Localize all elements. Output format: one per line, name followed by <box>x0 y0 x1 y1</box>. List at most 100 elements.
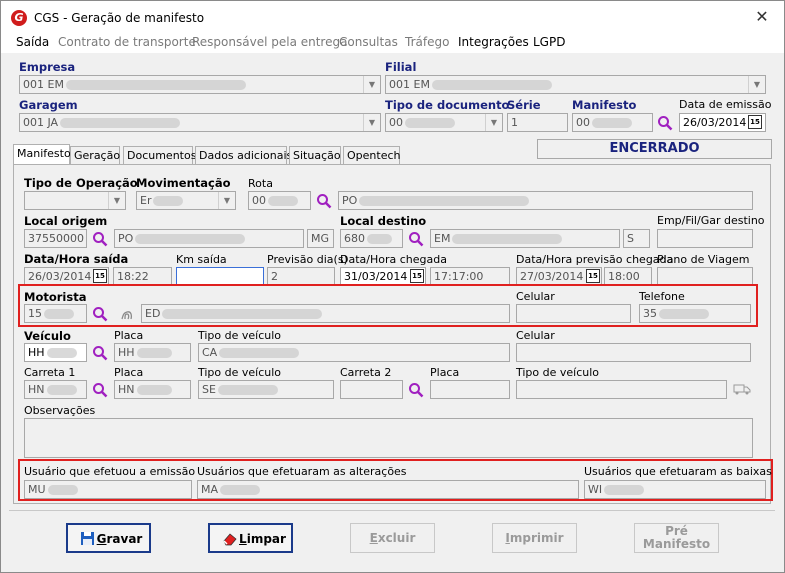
tipo-documento-select[interactable]: 00 ▼ <box>385 113 503 132</box>
search-veiculo-icon[interactable] <box>92 345 108 361</box>
tipo-documento-label: Tipo de documento <box>385 98 510 112</box>
tab-dados-adicionais[interactable]: Dados adicionais <box>195 146 292 164</box>
usuario-emissao-label: Usuário que efetuou a emissão <box>24 465 196 478</box>
chevron-down-icon[interactable]: ▼ <box>218 192 235 209</box>
garagem-select[interactable]: 001 JA ▼ <box>19 113 381 132</box>
motorista-label: Motorista <box>24 290 87 304</box>
veiculo-code-field[interactable]: HH <box>24 343 87 362</box>
local-origem-name-field: PO <box>114 229 304 248</box>
excluir-button[interactable]: Excluir <box>350 523 435 553</box>
tab-manifesto[interactable]: Manifesto <box>13 144 71 165</box>
pre-manifesto-button[interactable]: Pré Manifesto <box>634 523 719 553</box>
search-manifesto-icon[interactable] <box>657 115 673 131</box>
motorista-name-field: ED <box>141 304 510 323</box>
empresa-label: Empresa <box>19 60 76 74</box>
app-logo-icon: G <box>11 10 27 26</box>
previsao-dias-label: Previsão dia(s) <box>267 253 348 266</box>
chevron-down-icon[interactable]: ▼ <box>485 114 502 131</box>
local-origem-uf-field: MG <box>307 229 334 248</box>
placa3-label: Placa <box>430 366 460 379</box>
placa2-label: Placa <box>114 366 144 379</box>
search-motorista-icon[interactable] <box>92 306 108 322</box>
serie-field[interactable]: 1 <box>507 113 568 132</box>
tipo-veiculo-label: Tipo de veículo <box>198 329 282 342</box>
celular-label: Celular <box>516 290 555 303</box>
rota-description-field: PO <box>338 191 753 210</box>
carreta1-code-field[interactable]: HN <box>24 380 87 399</box>
km-saida-label: Km saída <box>176 253 227 266</box>
filial-select[interactable]: 001 EM ▼ <box>385 75 766 94</box>
search-local-origem-icon[interactable] <box>92 231 108 247</box>
menu-lgpd[interactable]: LGPD <box>533 35 565 49</box>
usuarios-alteracoes-field: MA <box>197 480 579 499</box>
menu-consultas[interactable]: Consultas <box>339 35 398 49</box>
local-destino-code-field[interactable]: 680 <box>340 229 403 248</box>
tab-opentech[interactable]: Opentech <box>343 146 400 164</box>
tipo-veiculo2-field: SE <box>198 380 334 399</box>
status-badge: ENCERRADO <box>537 139 772 159</box>
tipo-veiculo-field: CA <box>198 343 510 362</box>
filial-label: Filial <box>385 60 417 74</box>
telefone-label: Telefone <box>639 290 685 303</box>
menu-trafego[interactable]: Tráfego <box>405 35 449 49</box>
tipo-operacao-select[interactable]: ▼ <box>24 191 126 210</box>
imprimir-button[interactable]: Imprimir <box>492 523 577 553</box>
veiculo-label: Veículo <box>24 329 71 343</box>
celular-field <box>516 304 631 323</box>
application-window: G CGS - Geração de manifesto ✕ Saída Con… <box>0 0 785 573</box>
search-local-destino-icon[interactable] <box>408 231 424 247</box>
calendar-icon[interactable]: 15 <box>93 269 107 283</box>
tab-situacao[interactable]: Situação <box>289 146 341 164</box>
local-origem-label: Local origem <box>24 214 108 228</box>
limpar-button[interactable]: Limpar <box>208 523 293 553</box>
carreta2-code-field[interactable] <box>340 380 403 399</box>
usuarios-baixas-field: WI <box>584 480 766 499</box>
menu-saida[interactable]: Saída <box>16 35 49 49</box>
menu-integracoes[interactable]: Integrações <box>458 35 529 49</box>
calendar-icon[interactable]: 15 <box>410 269 424 283</box>
local-destino-uf-field: S <box>623 229 650 248</box>
menu-contrato-transporte[interactable]: Contrato de transporte <box>58 35 196 49</box>
menu-responsavel-entrega[interactable]: Responsável pela entrega <box>192 35 347 49</box>
chevron-down-icon[interactable]: ▼ <box>363 76 380 93</box>
search-rota-icon[interactable] <box>316 193 332 209</box>
plano-viagem-label: Plano de Viagem <box>657 253 750 266</box>
manifesto-field[interactable]: 00 <box>572 113 653 132</box>
observacoes-textarea[interactable] <box>24 418 753 458</box>
emp-fil-gar-field <box>657 229 753 248</box>
calendar-icon[interactable]: 15 <box>748 115 762 129</box>
search-carreta2-icon[interactable] <box>408 382 424 398</box>
garagem-label: Garagem <box>19 98 78 112</box>
eraser-icon <box>223 533 237 546</box>
celular-veiculo-label: Celular <box>516 329 555 342</box>
search-carreta1-icon[interactable] <box>92 382 108 398</box>
manifesto-label: Manifesto <box>572 98 637 112</box>
empresa-select[interactable]: 001 EM ▼ <box>19 75 381 94</box>
local-destino-name-field: EM <box>430 229 620 248</box>
rota-code-field[interactable]: 00 <box>248 191 311 210</box>
tipo-veiculo2-label: Tipo de veículo <box>198 366 282 379</box>
rota-label: Rota <box>248 177 273 190</box>
chevron-down-icon[interactable]: ▼ <box>748 76 765 93</box>
motorista-code-field[interactable]: 15 <box>24 304 87 323</box>
placa-label: Placa <box>114 329 144 342</box>
tab-geracao[interactable]: Geração <box>70 146 120 164</box>
tab-documentos[interactable]: Documentos <box>123 146 196 164</box>
chevron-down-icon[interactable]: ▼ <box>108 192 125 209</box>
movimentacao-label: Movimentação <box>136 176 231 190</box>
calendar-icon[interactable]: 15 <box>586 269 600 283</box>
truck-icon[interactable] <box>733 383 751 395</box>
gravar-button[interactable]: Gravar <box>66 523 151 553</box>
movimentacao-select[interactable]: Er ▼ <box>136 191 236 210</box>
placa2-field: HN <box>114 380 191 399</box>
carreta1-label: Carreta 1 <box>24 366 76 379</box>
fingerprint-icon[interactable] <box>119 306 135 322</box>
data-emissao-label: Data de emissão <box>679 98 772 111</box>
chevron-down-icon[interactable]: ▼ <box>363 114 380 131</box>
divider <box>9 510 775 511</box>
placa-field: HH <box>114 343 191 362</box>
local-origem-code-field[interactable]: 37550000 <box>24 229 87 248</box>
close-button[interactable]: ✕ <box>749 6 775 28</box>
carreta2-label: Carreta 2 <box>340 366 392 379</box>
usuario-emissao-field: MU <box>24 480 192 499</box>
